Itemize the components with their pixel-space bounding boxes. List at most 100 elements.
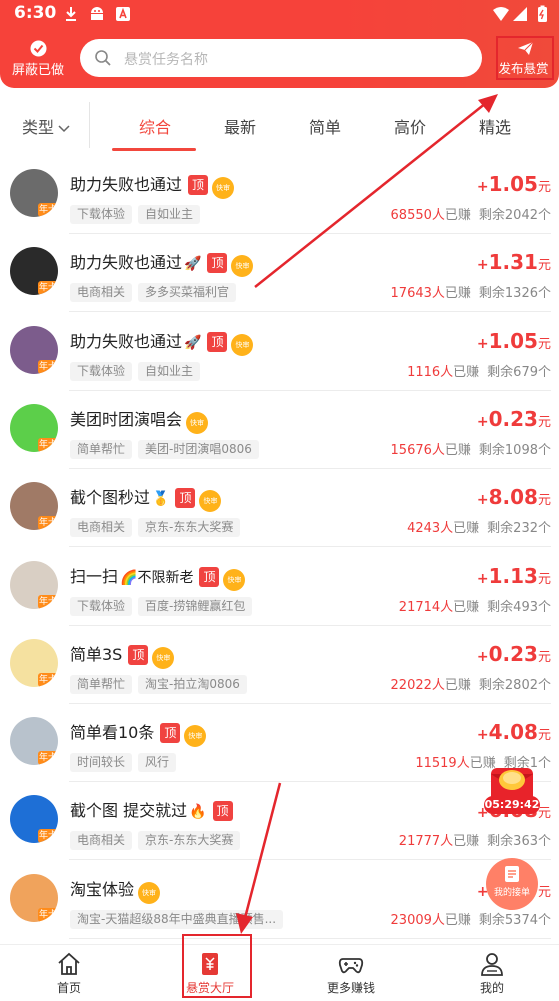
row-divider — [69, 937, 551, 939]
price-value: 0.23 — [488, 641, 538, 666]
tab-latest[interactable]: 最新 — [224, 114, 256, 138]
earned-count: 23009人 — [390, 912, 445, 928]
price-unit: 元 — [537, 180, 551, 195]
task-title: 淘宝体验 快审 — [70, 876, 161, 904]
document-icon — [505, 866, 519, 882]
task-tag: 淘宝-天猫超级88年中盛典直播预售... — [70, 909, 284, 929]
top-badge: 顶 — [207, 253, 228, 274]
task-title: 扫一扫 🌈不限新老顶快审 — [70, 563, 246, 591]
task-tag: 下载体验 — [70, 205, 133, 224]
price-plus-sign: + — [476, 492, 489, 509]
task-stats: 1116人已赚 剩余679个 — [407, 361, 551, 380]
earned-label: 已赚 — [453, 834, 480, 850]
price-unit: 元 — [537, 336, 551, 352]
tab-high-price[interactable]: 高价 — [394, 114, 426, 138]
vip-badge: 年卡 — [38, 907, 58, 922]
annotation-box-reward-hall — [182, 934, 252, 998]
task-row[interactable]: 年卡 简单看10条顶快审 时间较长 风行 +4.08元 11519人已赚 剩余1个 — [0, 704, 559, 783]
earned-label: 已赚 — [444, 677, 471, 693]
task-title-text: 助力失败也通过 — [70, 331, 183, 351]
avatar: 年卡 — [10, 795, 58, 844]
top-badge: 顶 — [160, 723, 181, 744]
task-tag: 简单帮忙 — [70, 674, 133, 694]
task-price: +0.23元 — [477, 642, 551, 666]
task-stats: 4243人已赚 剩余232个 — [407, 517, 551, 536]
wifi-icon — [493, 7, 509, 21]
nav-profile[interactable]: 我的 — [437, 945, 547, 1001]
task-tags: 时间较长 风行 — [70, 751, 182, 773]
header: 6:30 屏蔽已做 悬赏任务名称 发布悬赏 — [0, 0, 559, 88]
earned-count: 21777人 — [398, 834, 454, 850]
task-price: +1.05元 — [477, 329, 551, 353]
task-row[interactable]: 年卡 扫一扫 🌈不限新老顶快审 下载体验 百度-捞锦鲤赢红包 +1.13元 21714人已赚… — [0, 548, 559, 626]
task-row[interactable]: 年卡 简单3S 顶快审 简单帮忙 淘宝-拍立淘0806 +0.23元 22022人已赚 剩余2… — [0, 626, 559, 704]
task-row[interactable]: 年卡 助力失败也通过顶快审 下载体验 自如业主 +1.05元 68550人已赚 剩余2042… — [0, 156, 559, 234]
vip-badge: 年卡 — [38, 437, 58, 452]
task-row[interactable]: 年卡 截个图秒过 🥇 顶快审 电商相关 京东-东东大奖赛 +8.08元 4243人已赚 剩余23… — [0, 469, 559, 548]
task-row[interactable]: 年卡 助力失败也通过 🚀 顶快审 电商相关 多多买菜福利官 +1.31元 17643人已赚 剩余… — [0, 234, 559, 313]
task-row[interactable]: 年卡 美团时团演唱会 快审 简单帮忙 美团-时团演唱0806 +0.23元 15676人已赚… — [0, 391, 559, 469]
task-title-text: 简单看10条 — [70, 723, 155, 743]
task-row[interactable]: 年卡淘宝体验快审淘宝-天猫超级88年中盛典直播预售...+0.23元23009人… — [0, 861, 559, 939]
price-value: 1.05 — [488, 172, 538, 196]
earned-count: 4243人 — [407, 521, 454, 537]
task-tags: 简单帮忙 美团-时团演唱0806 — [70, 438, 265, 459]
price-value: 1.13 — [488, 563, 538, 588]
block-done-button[interactable]: 屏蔽已做 — [6, 38, 70, 80]
task-title-text: 助力失败也通过 — [70, 253, 183, 273]
countdown-timer[interactable]: 05:29:42 — [484, 796, 540, 814]
my-orders-button[interactable]: 我的接单 — [486, 858, 538, 910]
task-stats: 22022人已赚 剩余2802个 — [391, 674, 551, 693]
earned-label: 已赚 — [453, 599, 480, 615]
task-title: 助力失败也通过 🚀 顶快审 — [70, 249, 254, 278]
vip-badge: 年卡 — [38, 594, 58, 609]
status-time: 6:30 — [14, 3, 57, 23]
quick-review-badge: 快审 — [184, 725, 207, 748]
vip-badge: 年卡 — [38, 829, 58, 844]
quick-review-badge: 快审 — [231, 255, 254, 278]
task-stats: 23009人已赚 剩余5374个 — [391, 909, 551, 928]
top-badge: 顶 — [188, 175, 209, 195]
vip-badge: 年卡 — [38, 516, 58, 531]
type-filter-label: 类型 — [22, 118, 55, 137]
task-title-text: 简单3S — [70, 644, 123, 664]
task-tags: 淘宝-天猫超级88年中盛典直播预售... — [70, 908, 289, 929]
avatar: 年卡 — [10, 717, 58, 766]
remaining-count: 剩余679个 — [487, 364, 551, 380]
quick-review-badge: 快审 — [231, 333, 254, 356]
price-unit: 元 — [537, 806, 551, 822]
vip-badge: 年卡 — [38, 281, 58, 296]
search-icon — [95, 50, 111, 66]
search-input[interactable]: 悬赏任务名称 — [80, 39, 482, 77]
remaining-count: 剩余1098个 — [478, 442, 551, 458]
tab-comprehensive[interactable]: 综合 — [139, 114, 171, 138]
price-value: 4.08 — [488, 720, 538, 745]
earned-label: 已赚 — [453, 521, 480, 537]
nav-more-earn[interactable]: 更多赚钱 — [296, 945, 406, 1001]
search-placeholder: 悬赏任务名称 — [124, 52, 208, 68]
avatar: 年卡 — [10, 560, 58, 609]
price-unit: 元 — [537, 728, 551, 744]
header-row: 屏蔽已做 悬赏任务名称 发布悬赏 — [0, 36, 559, 82]
profile-icon — [481, 953, 503, 976]
nav-home[interactable]: 首页 — [14, 945, 124, 1001]
quick-review-badge: 快审 — [138, 881, 161, 904]
publish-reward-button[interactable]: 发布悬赏 — [496, 36, 554, 80]
avatar: 年卡 — [10, 247, 58, 296]
tab-featured[interactable]: 精选 — [479, 114, 511, 138]
price-plus-sign: + — [476, 179, 489, 195]
task-title-emoji: 🔥 — [189, 804, 207, 821]
task-row[interactable]: 年卡截个图 提交就过🔥顶电商相关京东-东东大奖赛+6.08元21777人已赚剩余… — [0, 782, 559, 861]
task-tag: 下载体验 — [70, 596, 133, 616]
price-unit: 元 — [537, 649, 551, 665]
tab-simple[interactable]: 简单 — [309, 114, 341, 138]
task-price: +1.05元 — [477, 172, 551, 196]
task-price: +1.13元 — [477, 564, 551, 588]
earned-label: 已赚 — [444, 286, 471, 302]
android-icon — [91, 7, 103, 20]
type-filter-dropdown[interactable]: 类型 — [22, 114, 70, 138]
task-tag: 电商相关 — [70, 283, 133, 303]
quick-review-badge: 快审 — [223, 568, 246, 591]
task-price: +0.23元 — [477, 407, 551, 431]
task-row[interactable]: 年卡 助力失败也通过 🚀 顶快审 下载体验 自如业主 +1.05元 1116人已赚 剩余679个 — [0, 313, 559, 391]
